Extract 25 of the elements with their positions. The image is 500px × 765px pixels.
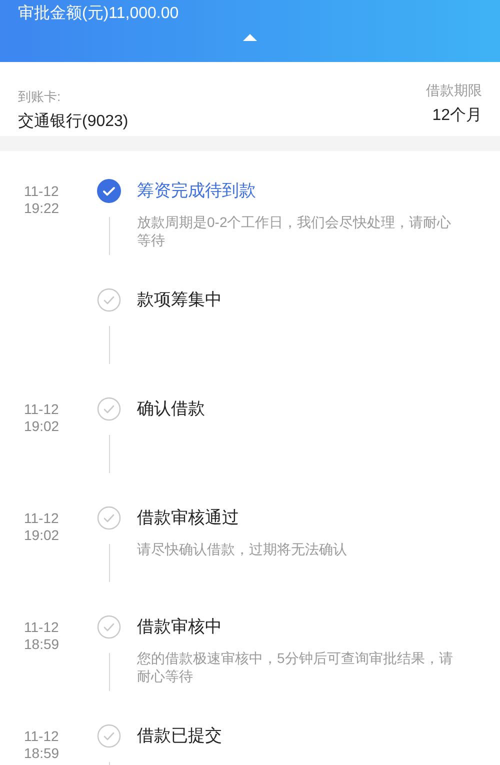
event-description: 您的借款极速审核中，5分钟后可查询审批结果，请耐心等待 bbox=[137, 649, 454, 685]
term-value: 12个月 bbox=[432, 106, 482, 126]
event-date: 11-12 bbox=[24, 728, 60, 745]
event-time: 19:02 bbox=[24, 418, 60, 435]
card-value: 交通银行(9023) bbox=[18, 112, 128, 132]
event-description: 放款周期是0-2个工作日，我们会尽快处理，请耐心等待 bbox=[137, 213, 452, 249]
collapse-arrow-icon[interactable] bbox=[243, 34, 257, 41]
event-time: 18:59 bbox=[24, 636, 60, 653]
approved-amount: 审批金额(元)11,000.00 bbox=[18, 6, 180, 22]
event-title: 筹资完成待到款 bbox=[137, 180, 257, 202]
event-date: 11-12 bbox=[24, 401, 60, 418]
event-title: 借款审核中 bbox=[137, 616, 223, 638]
event-title: 借款审核通过 bbox=[137, 507, 240, 529]
event-description: 请尽快确认借款，过期将无法确认 bbox=[137, 540, 348, 558]
event-time: 18:59 bbox=[24, 745, 60, 762]
card-label: 到账卡: bbox=[18, 88, 62, 106]
event-date: 11-12 bbox=[24, 619, 60, 636]
event-time: 19:22 bbox=[24, 200, 60, 217]
event-date: 11-12 bbox=[24, 510, 60, 527]
event-title: 借款已提交 bbox=[137, 725, 223, 747]
event-date: 11-12 bbox=[24, 183, 60, 200]
event-time: 19:02 bbox=[24, 527, 60, 544]
event-title: 确认借款 bbox=[137, 398, 206, 420]
term-label: 借款期限 bbox=[426, 81, 482, 100]
event-title: 款项筹集中 bbox=[137, 289, 223, 311]
